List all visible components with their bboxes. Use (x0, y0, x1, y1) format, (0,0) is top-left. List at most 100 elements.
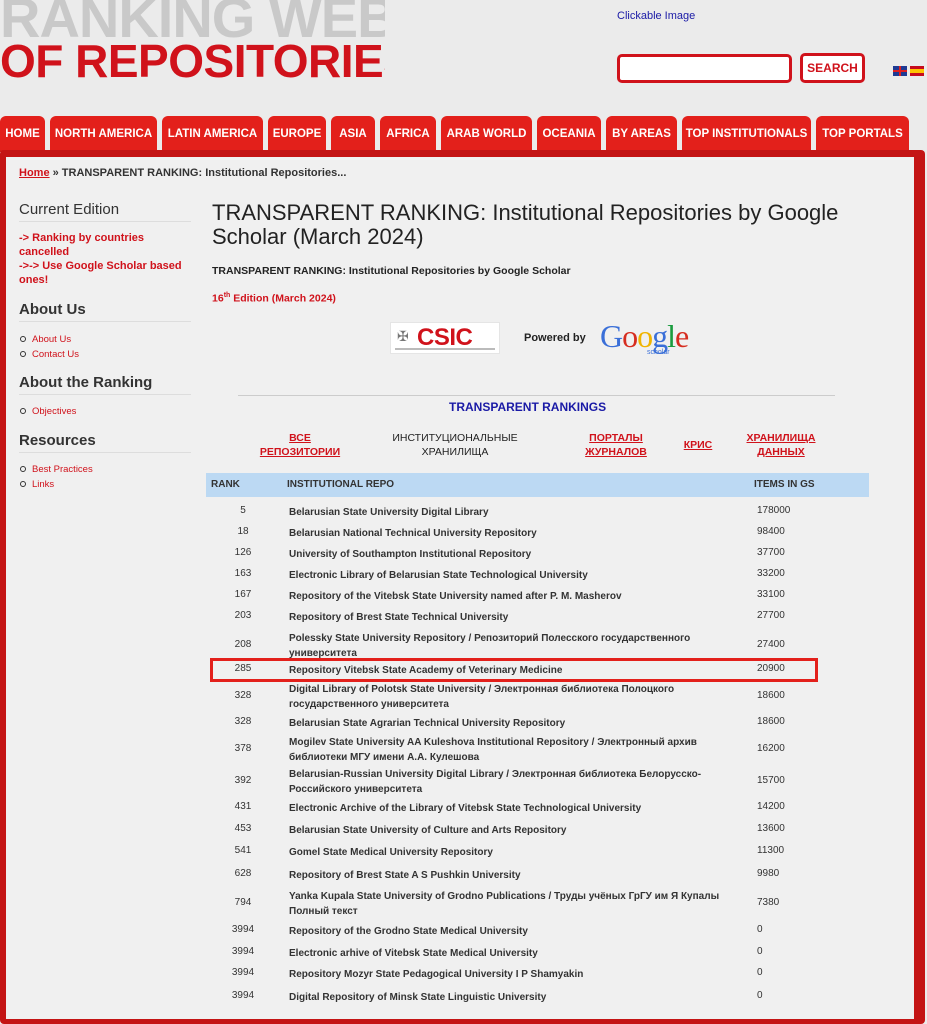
items-cell: 33200 (757, 568, 785, 579)
nav-tab-latin-america[interactable]: LATIN AMERICA (162, 116, 263, 152)
repo-name-cell[interactable]: Gomel State Medical University Repositor… (289, 845, 749, 860)
breadcrumb-current: TRANSPARENT RANKING: Institutional Repos… (61, 167, 347, 179)
spanish-flag-icon[interactable] (910, 66, 924, 76)
sidebar-link-links[interactable]: Links (20, 479, 54, 490)
clickable-image-link[interactable]: Clickable Image (617, 10, 695, 22)
repo-name-cell[interactable]: Repository of the Vitebsk State Universi… (289, 589, 749, 604)
sidebar-link-about-us[interactable]: About Us (20, 334, 71, 345)
rank-cell: 208 (234, 639, 252, 650)
search-input[interactable] (617, 54, 792, 83)
edition-number: 16 (212, 292, 224, 305)
google-scholar-logo[interactable]: Google (600, 318, 689, 354)
english-flag-icon[interactable] (893, 66, 907, 76)
site-logo[interactable]: RANKING WEB OF REPOSITORIES (0, 0, 385, 88)
powered-by-label: Powered by (524, 332, 586, 344)
sidebar-notice-cancelled[interactable]: -> Ranking by countries cancelled (19, 231, 194, 259)
nav-tab-oceania[interactable]: OCEANIA (537, 116, 601, 152)
rank-cell: 628 (234, 868, 252, 879)
page-subtitle: TRANSPARENT RANKING: Institutional Repos… (212, 265, 571, 277)
column-header-repo: INSTITUTIONAL REPO (287, 479, 395, 490)
nav-tab-north-america[interactable]: NORTH AMERICA (50, 116, 157, 152)
ranking-tab-cris[interactable]: КРИС (676, 438, 720, 452)
edition-label: 16th Edition (March 2024) (212, 292, 336, 305)
column-header-rank: RANK (211, 479, 240, 490)
repo-name-cell[interactable]: Belarusian National Technical University… (289, 526, 749, 541)
repo-name-cell[interactable]: Repository of the Grodno State Medical U… (289, 924, 749, 939)
logo-line-2: OF REPOSITORIES (0, 35, 385, 87)
sidebar-about-ranking-heading: About the Ranking (19, 374, 191, 395)
rank-cell: 378 (234, 743, 252, 754)
ranking-tab-all-repositories[interactable]: ВСЕ РЕПОЗИТОРИИ (252, 431, 348, 459)
repo-name-cell[interactable]: University of Southampton Institutional … (289, 547, 749, 562)
items-cell: 37700 (757, 547, 785, 558)
edition-text: Edition (March 2024) (230, 292, 336, 305)
items-cell: 18600 (757, 690, 785, 701)
repo-name-cell[interactable]: Repository of Brest State Technical Univ… (289, 610, 749, 625)
rank-cell: 18 (237, 526, 249, 537)
rank-cell: 167 (234, 589, 252, 600)
repo-name-cell[interactable]: Belarusian State Agrarian Technical Univ… (289, 716, 749, 731)
repo-name-cell[interactable]: Repository of Brest State A S Pushkin Un… (289, 868, 749, 883)
nav-tab-arab-world[interactable]: ARAB WORLD (441, 116, 532, 152)
items-cell: 0 (757, 967, 763, 978)
repo-name-cell[interactable]: Belarusian State University of Culture a… (289, 823, 749, 838)
repo-name-cell[interactable]: Electronic Archive of the Library of Vit… (289, 801, 749, 816)
items-cell: 13600 (757, 823, 785, 834)
transparent-rankings-title: TRANSPARENT RANKINGS (449, 400, 607, 414)
sidebar-link-contact-us[interactable]: Contact Us (20, 349, 79, 360)
csic-logo-underline (395, 348, 495, 350)
divider (238, 395, 835, 396)
items-cell: 33100 (757, 589, 785, 600)
ranking-tab-journal-portals[interactable]: ПОРТАЛЫ ЖУРНАЛОВ (576, 431, 656, 459)
ranking-tab-data-repositories[interactable]: ХРАНИЛИЩА ДАННЫХ (738, 431, 824, 459)
items-cell: 9980 (757, 868, 780, 879)
rank-cell: 431 (234, 801, 252, 812)
sidebar-resources-heading: Resources (19, 432, 191, 453)
rank-cell: 794 (234, 897, 252, 908)
highlight-box (210, 658, 818, 682)
rank-cell: 3994 (231, 967, 255, 978)
repo-name-cell[interactable]: Polessky State University Repository / Р… (289, 631, 749, 661)
items-cell: 98400 (757, 526, 785, 537)
table-header: RANK INSTITUTIONAL REPO ITEMS IN GS (206, 473, 869, 497)
items-cell: 27400 (757, 639, 785, 650)
repo-name-cell[interactable]: Yanka Kupala State University of Grodno … (289, 889, 749, 919)
nav-tab-by-areas[interactable]: BY AREAS (606, 116, 677, 152)
items-cell: 7380 (757, 897, 780, 908)
csic-logo[interactable]: ✠ CSIC (390, 322, 500, 354)
sidebar-link-best-practices[interactable]: Best Practices (20, 464, 93, 475)
breadcrumb-home-link[interactable]: Home (19, 167, 50, 179)
nav-tab-europe[interactable]: EUROPE (268, 116, 326, 152)
rank-cell: 3994 (231, 946, 255, 957)
repo-name-cell[interactable]: Mogilev State University AA Kuleshova In… (289, 735, 749, 765)
ranking-tab-institutional: ИНСТИТУЦИОНАЛЬНЫЕ ХРАНИЛИЩА (392, 432, 518, 458)
repo-name-cell[interactable]: Belarusian State University Digital Libr… (289, 505, 749, 520)
items-cell: 11300 (757, 845, 785, 856)
google-scholar-subtext: scholar (647, 349, 670, 356)
sidebar-link-objectives[interactable]: Objectives (20, 406, 76, 417)
items-cell: 14200 (757, 801, 785, 812)
nav-tab-home[interactable]: HOME (0, 116, 45, 152)
sidebar-notice-google-scholar[interactable]: ->-> Use Google Scholar based ones! (19, 259, 194, 287)
rank-cell: 3994 (231, 990, 255, 1001)
rank-cell: 328 (234, 690, 252, 701)
repo-name-cell[interactable]: Digital Repository of Minsk State Lingui… (289, 990, 749, 1005)
repo-name-cell[interactable]: Belarusian-Russian University Digital Li… (289, 767, 749, 797)
items-cell: 27700 (757, 610, 785, 621)
rank-cell: 5 (240, 505, 246, 516)
items-cell: 178000 (757, 505, 791, 516)
search-button[interactable]: SEARCH (800, 53, 865, 83)
rank-cell: 328 (234, 716, 252, 727)
repo-name-cell[interactable]: Repository Mozyr State Pedagogical Unive… (289, 967, 749, 982)
nav-tab-asia[interactable]: ASIA (331, 116, 375, 152)
rank-cell: 453 (234, 823, 252, 834)
repo-name-cell[interactable]: Electronic Library of Belarusian State T… (289, 568, 749, 583)
nav-tab-top-institutionals[interactable]: TOP INSTITUTIONALS (682, 116, 811, 152)
repo-name-cell[interactable]: Electronic arhive of Vitebsk State Medic… (289, 946, 749, 961)
nav-tab-africa[interactable]: AFRICA (380, 116, 436, 152)
items-cell: 0 (757, 990, 763, 1001)
page-title: TRANSPARENT RANKING: Institutional Repos… (212, 200, 839, 249)
breadcrumb: Home » TRANSPARENT RANKING: Institutiona… (19, 167, 346, 179)
nav-tab-top-portals[interactable]: TOP PORTALS (816, 116, 909, 152)
repo-name-cell[interactable]: Digital Library of Polotsk State Univers… (289, 682, 749, 712)
